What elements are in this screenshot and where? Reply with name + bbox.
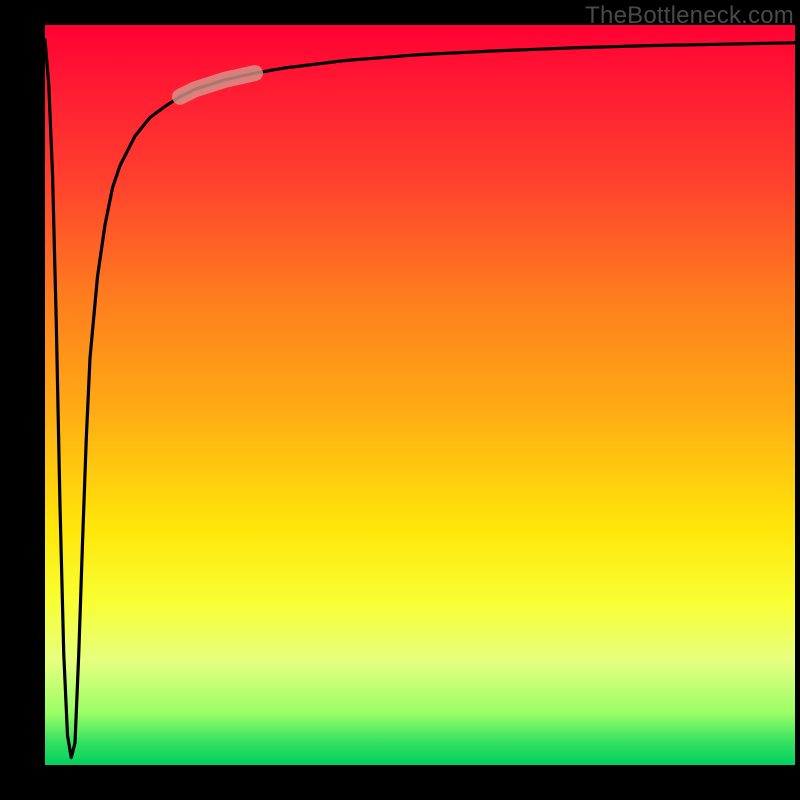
curve-highlight bbox=[180, 73, 255, 97]
bottleneck-curve bbox=[45, 40, 795, 758]
chart-frame: TheBottleneck.com bbox=[0, 0, 800, 800]
curve-layer bbox=[45, 25, 795, 765]
watermark-text: TheBottleneck.com bbox=[585, 2, 794, 30]
plot-area bbox=[45, 25, 795, 765]
